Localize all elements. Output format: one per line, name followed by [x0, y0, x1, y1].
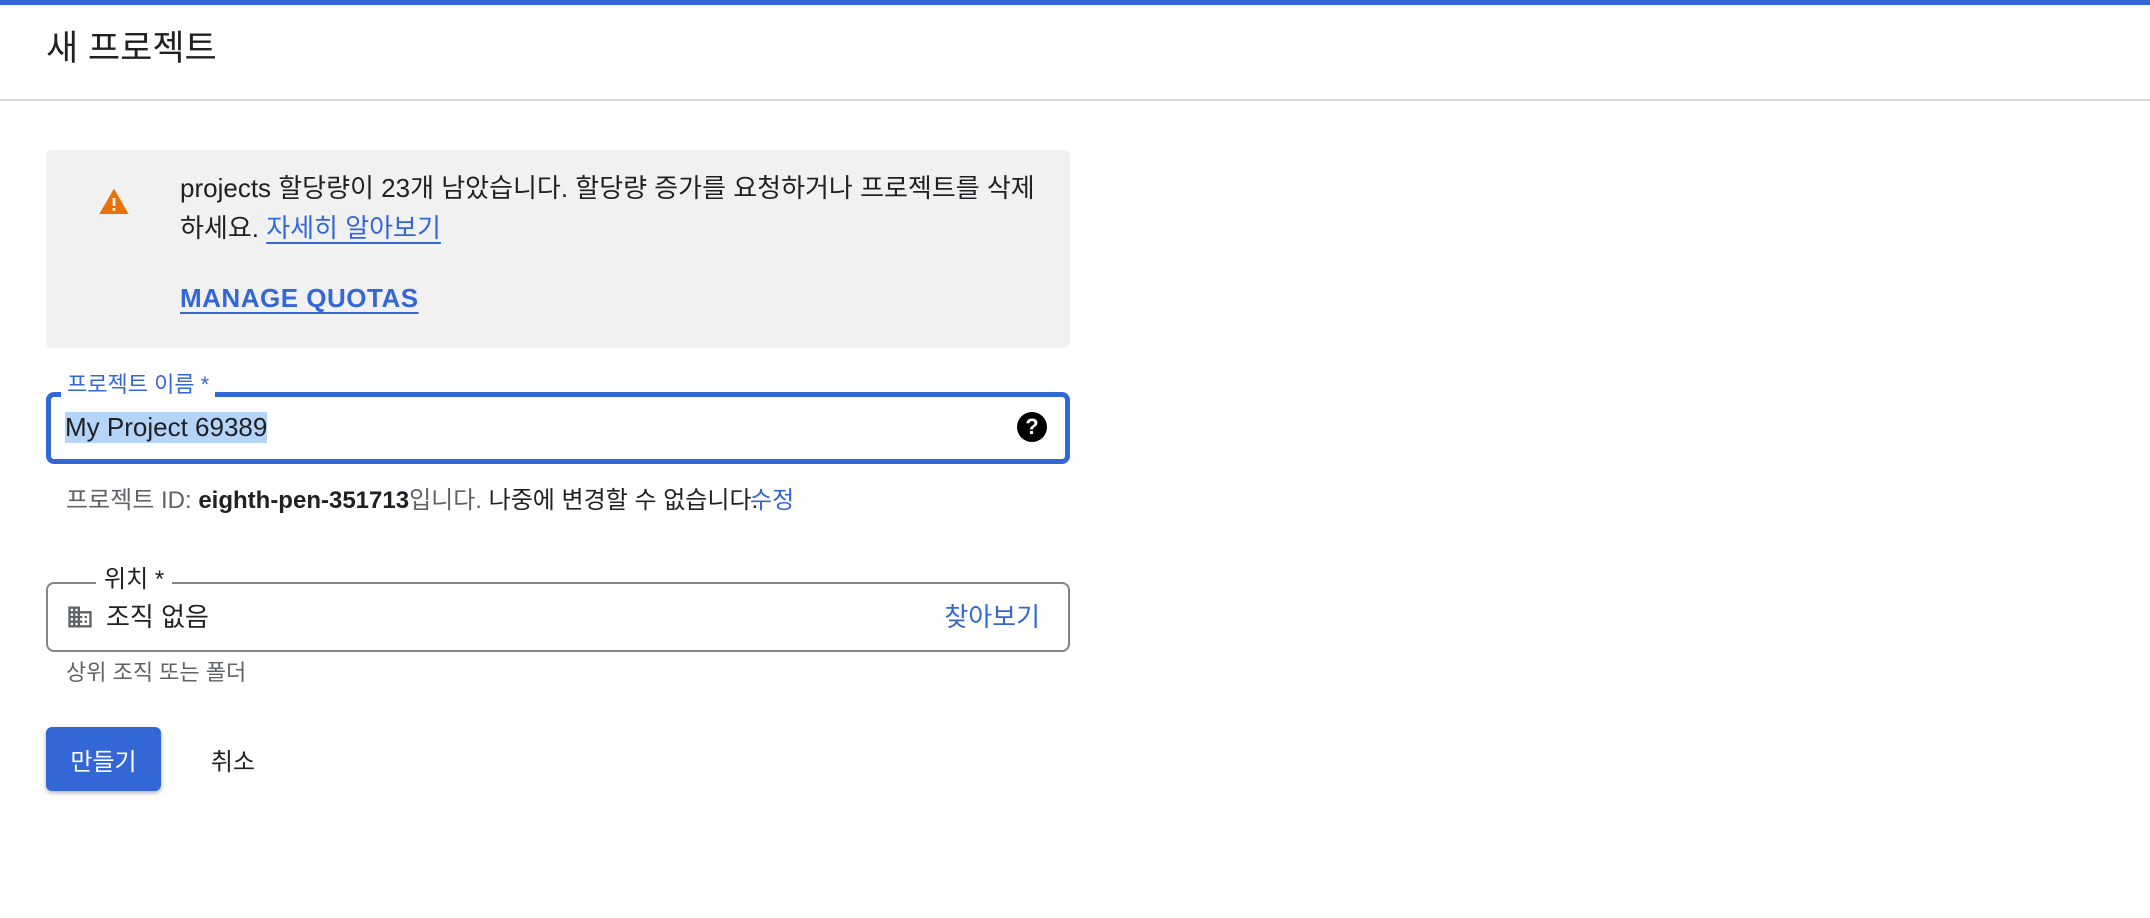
browse-location-button[interactable]: 찾아보기 [944, 599, 1040, 635]
page-header: 새 프로젝트 [0, 5, 2150, 101]
quota-warning-banner: projects 할당량이 23개 남았습니다. 할당량 증가를 요청하거나 프… [46, 150, 1070, 348]
learn-more-link[interactable]: 자세히 알아보기 [266, 213, 441, 243]
location-label: 위치 * [96, 564, 173, 596]
project-name-field[interactable]: 프로젝트 이름 * ? [46, 371, 1070, 464]
project-id-value: eighth-pen-351713 [198, 487, 410, 514]
page-title: 새 프로젝트 [46, 29, 217, 68]
project-id-info: 프로젝트 ID: eighth-pen-351713입니다. 나중에 변경할 수… [66, 483, 758, 519]
quota-message: projects 할당량이 23개 남았습니다. 할당량 증가를 요청하거나 프… [180, 168, 1040, 248]
help-icon[interactable]: ? [1017, 412, 1047, 442]
location-value: 조직 없음 [106, 602, 209, 632]
project-id-prefix: 프로젝트 ID: [66, 487, 199, 514]
project-id-suffix: 입니다. [409, 487, 489, 514]
cancel-button[interactable]: 취소 [192, 727, 274, 791]
warning-icon [99, 188, 129, 214]
project-id-note: 나중에 변경할 수 없습니다. [488, 487, 759, 514]
edit-project-id-link[interactable]: 수정 [750, 483, 794, 519]
location-hint: 상위 조직 또는 폴더 [66, 660, 247, 685]
create-button[interactable]: 만들기 [46, 727, 161, 791]
project-name-input[interactable] [65, 407, 985, 447]
location-field[interactable]: 위치 * 조직 없음 찾아보기 [46, 564, 1070, 652]
building-icon [68, 606, 92, 628]
project-name-label: 프로젝트 이름 * [61, 371, 216, 399]
manage-quotas-link[interactable]: MANAGE QUOTAS [180, 278, 419, 318]
